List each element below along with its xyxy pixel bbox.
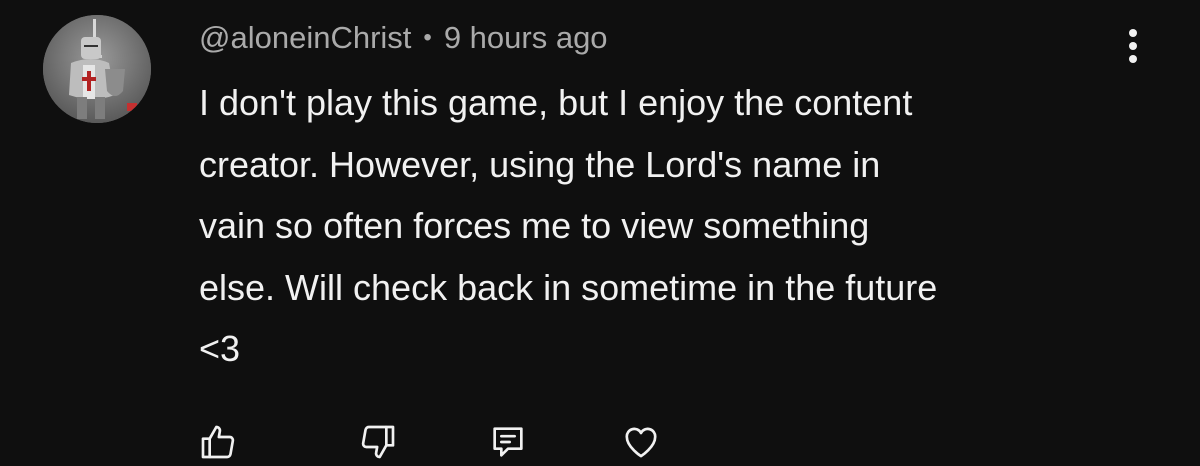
comment-actions: [0, 418, 1200, 466]
comment-item: @aloneinChrist • 9 hours ago I don't pla…: [0, 0, 1200, 466]
comment-line: creator. However, using the Lord's name …: [199, 143, 881, 185]
dislike-button[interactable]: [354, 418, 402, 466]
comment-line: else. Will check back in sometime in the…: [199, 266, 938, 308]
comment-header: @aloneinChrist • 9 hours ago: [199, 16, 608, 60]
reply-button[interactable]: [484, 418, 532, 466]
header-separator: •: [423, 24, 432, 51]
comment-text: I don't play this game, but I enjoy the …: [199, 72, 1129, 380]
comment-line: I don't play this game, but I enjoy the …: [199, 82, 913, 123]
heart-button[interactable]: [617, 418, 665, 466]
like-button[interactable]: [194, 418, 242, 466]
avatar[interactable]: [43, 15, 151, 123]
author-name[interactable]: @aloneinChrist: [199, 20, 411, 56]
thumbs-up-icon: [201, 425, 235, 459]
thumbs-down-icon: [361, 425, 395, 459]
reply-comment-icon: [493, 427, 523, 457]
vertical-ellipsis-icon: [1129, 29, 1137, 63]
comment-line: <3: [199, 328, 241, 369]
knight-avatar-image: [43, 15, 151, 123]
heart-icon: [625, 427, 657, 458]
more-options-button[interactable]: [1116, 22, 1150, 70]
comment-timestamp[interactable]: 9 hours ago: [444, 20, 608, 56]
comment-line: vain so often forces me to view somethin…: [199, 205, 870, 246]
